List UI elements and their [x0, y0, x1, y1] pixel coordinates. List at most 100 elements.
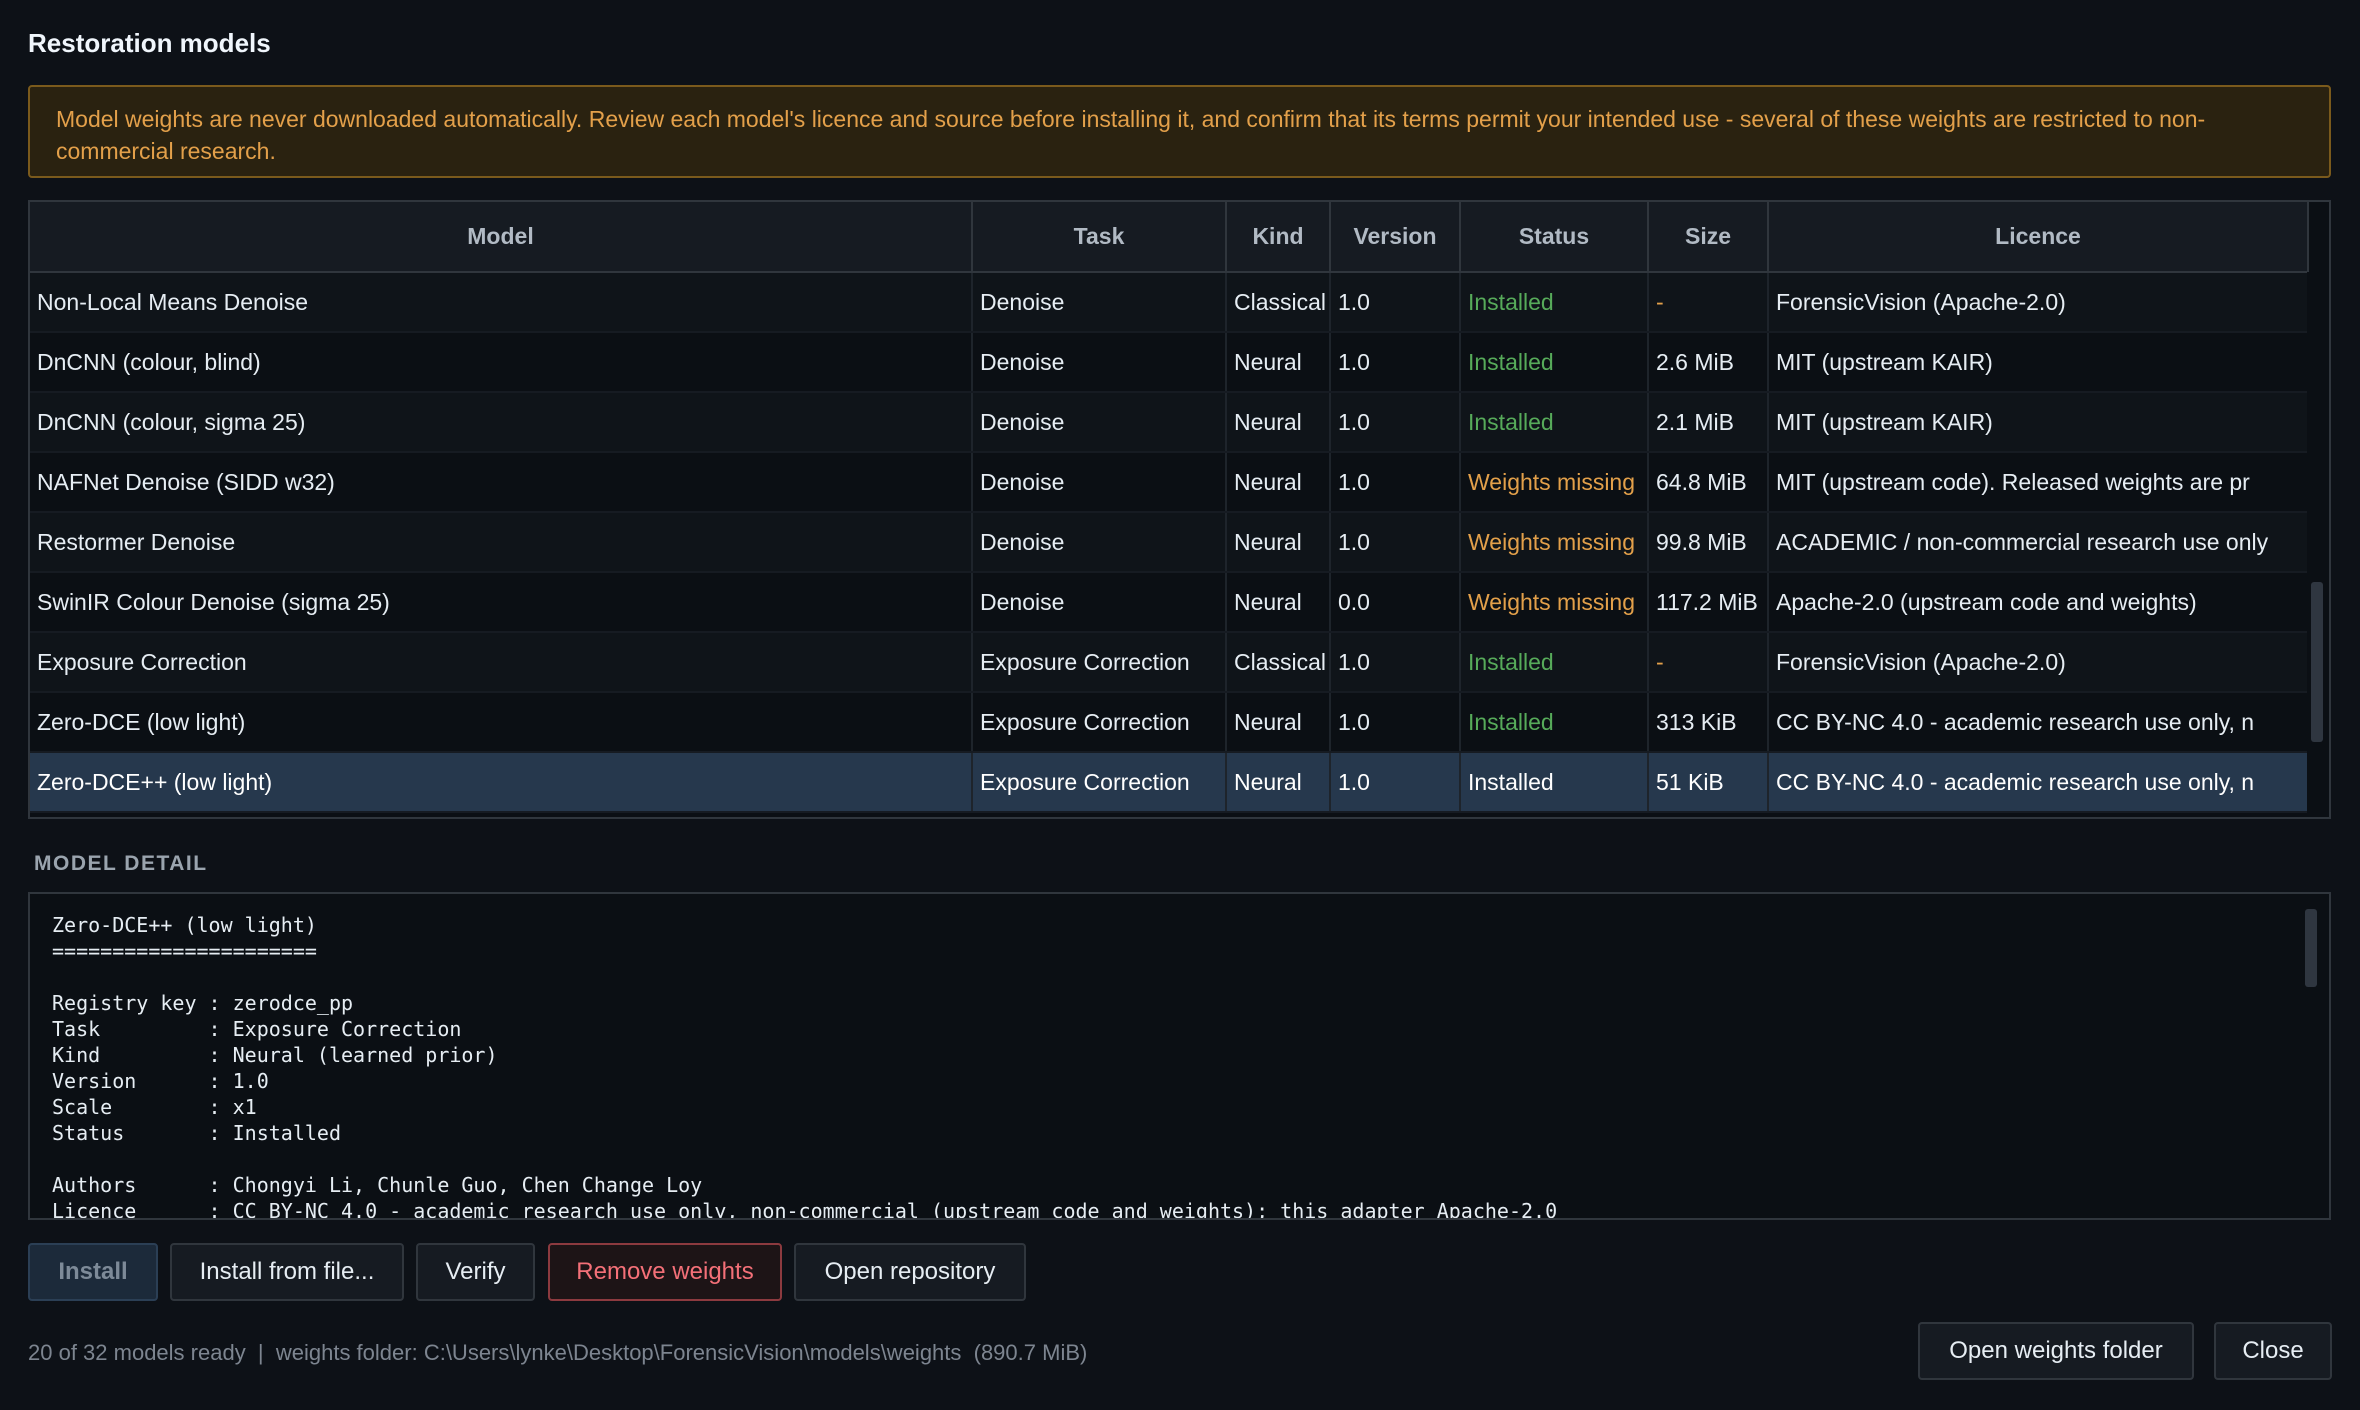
cell-version: 1.0: [1330, 452, 1461, 513]
cell-model: Exposure Correction: [30, 632, 973, 693]
cell-task: Exposure Correction: [972, 632, 1227, 693]
models-table-container: Model Task Kind Version Status Size Lice…: [28, 200, 2331, 819]
table-header-row: Model Task Kind Version Status Size Lice…: [30, 202, 2309, 273]
cell-licence: CC BY-NC 4.0 - academic research use onl…: [1768, 692, 2309, 753]
cell-status: Installed: [1460, 332, 1649, 393]
cell-version: 1.0: [1330, 632, 1461, 693]
table-row[interactable]: Non-Local Means Denoise Denoise Classical 1…: [30, 272, 2309, 333]
cell-licence: MIT (upstream KAIR): [1768, 392, 2309, 453]
cell-task: Denoise: [972, 332, 1227, 393]
cell-licence: ForensicVision (Apache-2.0): [1768, 632, 2309, 693]
cell-kind: Neural: [1226, 452, 1331, 513]
cell-size: 99.8 MiB: [1648, 512, 1769, 573]
table-scrollbar[interactable]: [2307, 272, 2327, 815]
cell-licence: MIT (upstream KAIR): [1768, 332, 2309, 393]
cell-version: 1.0: [1330, 272, 1461, 333]
cell-task: Denoise: [972, 272, 1227, 333]
table-row[interactable]: SwinIR Colour Denoise (sigma 25) Denoise N…: [30, 572, 2309, 633]
cell-version: 1.0: [1330, 752, 1461, 813]
cell-kind: Neural: [1226, 692, 1331, 753]
column-header-licence[interactable]: Licence: [1768, 202, 2309, 273]
install-from-file-button[interactable]: Install from file...: [170, 1243, 404, 1301]
cell-size: 117.2 MiB: [1648, 572, 1769, 633]
cell-licence: ACADEMIC / non-commercial research use o…: [1768, 512, 2309, 573]
cell-task: Denoise: [972, 512, 1227, 573]
cell-status: Installed: [1460, 692, 1649, 753]
model-detail-heading: MODEL DETAIL: [34, 852, 208, 875]
cell-version: 1.0: [1330, 512, 1461, 573]
cell-status: Weights missing: [1460, 452, 1649, 513]
cell-kind: Neural: [1226, 332, 1331, 393]
cell-kind: Classical: [1226, 632, 1331, 693]
cell-status: Installed: [1460, 392, 1649, 453]
cell-version: 1.0: [1330, 392, 1461, 453]
table-row[interactable]: DnCNN (colour, sigma 25) Denoise Neural 1.0…: [30, 392, 2309, 453]
column-header-model[interactable]: Model: [30, 202, 973, 273]
table-row[interactable]: Restormer Denoise Denoise Neural 1.0 Weights…: [30, 512, 2309, 573]
cell-model: Zero-DCE++ (low light): [30, 752, 973, 813]
table-row[interactable]: NAFNet Denoise (SIDD w32) Denoise Neural 1.…: [30, 452, 2309, 513]
cell-licence: ForensicVision (Apache-2.0): [1768, 272, 2309, 333]
licence-warning-banner: Model weights are never downloaded autom…: [28, 85, 2331, 178]
cell-status: Installed: [1460, 752, 1649, 813]
install-button[interactable]: Install: [28, 1243, 158, 1301]
cell-task: Denoise: [972, 392, 1227, 453]
cell-model: SwinIR Colour Denoise (sigma 25): [30, 572, 973, 633]
table-row[interactable]: Zero-DCE (low light) Exposure Correction N…: [30, 692, 2309, 753]
cell-kind: Classical: [1226, 272, 1331, 333]
cell-size: 2.1 MiB: [1648, 392, 1769, 453]
cell-status: Installed: [1460, 632, 1649, 693]
model-detail-text: Zero-DCE++ (low light) =================…: [52, 913, 1558, 1220]
table-row[interactable]: Zero-DCE++ (low light) Exposure Correctio…: [30, 752, 2309, 813]
cell-kind: Neural: [1226, 752, 1331, 813]
models-table: Model Task Kind Version Status Size Lice…: [30, 202, 2309, 813]
cell-status: Weights missing: [1460, 572, 1649, 633]
table-row[interactable]: DnCNN (colour, blind) Denoise Neural 1.0 Ins…: [30, 332, 2309, 393]
cell-model: DnCNN (colour, blind): [30, 332, 973, 393]
close-button[interactable]: Close: [2214, 1322, 2332, 1380]
cell-version: 1.0: [1330, 332, 1461, 393]
remove-weights-button[interactable]: Remove weights: [548, 1243, 782, 1301]
cell-size: 313 KiB: [1648, 692, 1769, 753]
dialog-title: Restoration models: [28, 28, 271, 58]
cell-task: Exposure Correction: [972, 692, 1227, 753]
cell-model: Zero-DCE (low light): [30, 692, 973, 753]
cell-kind: Neural: [1226, 512, 1331, 573]
open-repository-button[interactable]: Open repository: [794, 1243, 1026, 1301]
cell-status: Weights missing: [1460, 512, 1649, 573]
column-header-version[interactable]: Version: [1330, 202, 1461, 273]
cell-size: -: [1648, 632, 1769, 693]
column-header-task[interactable]: Task: [972, 202, 1227, 273]
cell-task: Exposure Correction: [972, 752, 1227, 813]
open-weights-folder-button[interactable]: Open weights folder: [1918, 1322, 2194, 1380]
cell-kind: Neural: [1226, 392, 1331, 453]
table-scrollbar-thumb[interactable]: [2311, 582, 2323, 742]
column-header-status[interactable]: Status: [1460, 202, 1649, 273]
cell-status: Installed: [1460, 272, 1649, 333]
model-detail-panel[interactable]: Zero-DCE++ (low light) =================…: [28, 892, 2331, 1220]
cell-licence: MIT (upstream code). Released weights ar…: [1768, 452, 2309, 513]
cell-model: DnCNN (colour, sigma 25): [30, 392, 973, 453]
cell-kind: Neural: [1226, 572, 1331, 633]
restoration-models-dialog: Restoration models Model weights are nev…: [0, 0, 2360, 1410]
cell-size: 2.6 MiB: [1648, 332, 1769, 393]
cell-size: -: [1648, 272, 1769, 333]
verify-button[interactable]: Verify: [416, 1243, 535, 1301]
column-header-kind[interactable]: Kind: [1226, 202, 1331, 273]
table-body: Non-Local Means Denoise Denoise Classical 1…: [30, 272, 2309, 813]
cell-model: Non-Local Means Denoise: [30, 272, 973, 333]
table-row[interactable]: Exposure Correction Exposure Correction Cl…: [30, 632, 2309, 693]
cell-model: Restormer Denoise: [30, 512, 973, 573]
column-header-size[interactable]: Size: [1648, 202, 1769, 273]
cell-task: Denoise: [972, 572, 1227, 633]
cell-model: NAFNet Denoise (SIDD w32): [30, 452, 973, 513]
cell-size: 64.8 MiB: [1648, 452, 1769, 513]
cell-size: 51 KiB: [1648, 752, 1769, 813]
detail-scrollbar-thumb[interactable]: [2305, 909, 2317, 987]
status-bar-text: 20 of 32 models ready | weights folder: …: [28, 1340, 1088, 1365]
cell-task: Denoise: [972, 452, 1227, 513]
cell-version: 0.0: [1330, 572, 1461, 633]
cell-version: 1.0: [1330, 692, 1461, 753]
cell-licence: Apache-2.0 (upstream code and weights): [1768, 572, 2309, 633]
cell-licence: CC BY-NC 4.0 - academic research use onl…: [1768, 752, 2309, 813]
